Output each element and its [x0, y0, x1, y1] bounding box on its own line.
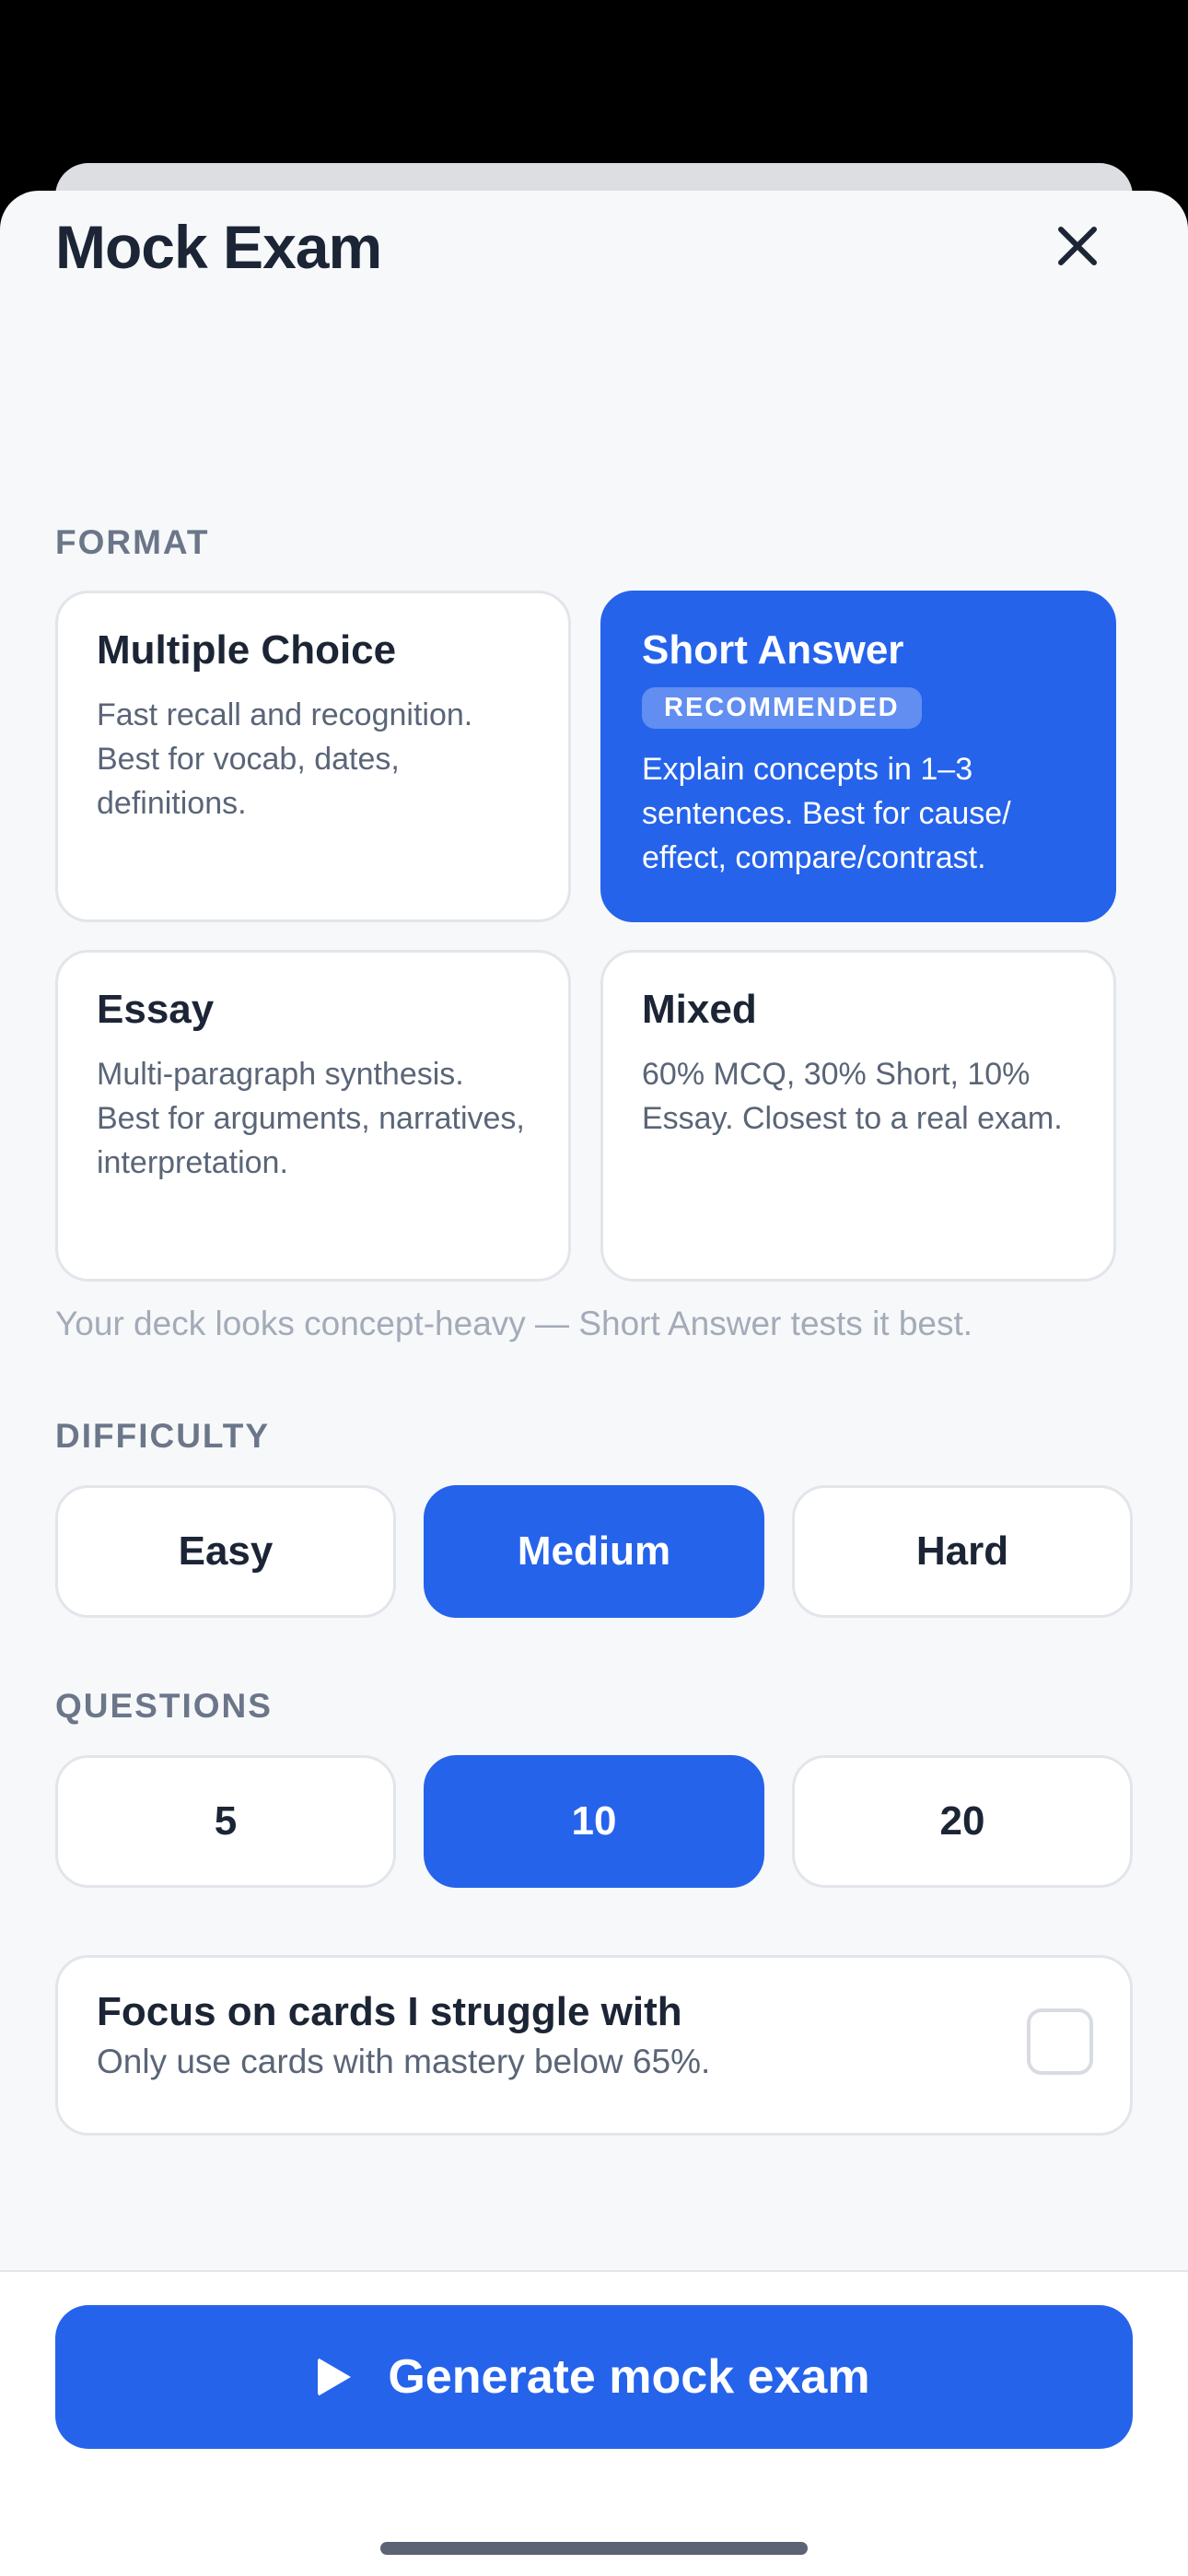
play-icon [318, 2358, 352, 2396]
questions-20-button[interactable]: 20 [792, 1755, 1133, 1888]
format-option-description: Fast recall and recognition. Best for vo… [97, 697, 473, 822]
format-option-title: Multiple Choice [97, 627, 397, 673]
generate-button-label: Generate mock exam [388, 2350, 870, 2404]
page-title: Mock Exam [55, 213, 382, 281]
questions-5-button[interactable]: 5 [55, 1755, 396, 1888]
format-section-label: FORMAT [55, 523, 210, 561]
format-option-title: Short Answer [642, 627, 904, 673]
format-option-essay[interactable]: Essay Multi-paragraph synthesis. Best fo… [55, 950, 571, 1282]
format-option-description: Explain concepts in 1–3 sentences. Best … [642, 752, 1011, 876]
format-option-short-answer[interactable]: Short Answer RECOMMENDED Explain concept… [600, 591, 1116, 922]
generate-mock-exam-button[interactable]: Generate mock exam [55, 2305, 1133, 2449]
focus-option-subtitle: Only use cards with mastery below 65%. [97, 2043, 711, 2080]
format-option-mixed[interactable]: Mixed 60% MCQ, 30% Short, 10% Essay. Clo… [600, 950, 1116, 1282]
questions-section-label: QUESTIONS [55, 1687, 273, 1725]
focus-checkbox[interactable] [1027, 2008, 1093, 2075]
format-option-title: Essay [97, 987, 215, 1032]
close-button[interactable] [1041, 209, 1114, 283]
difficulty-medium-button[interactable]: Medium [424, 1485, 764, 1618]
format-recommendation-hint: Your deck looks concept-heavy — Short An… [55, 1305, 973, 1342]
recommended-badge: RECOMMENDED [642, 687, 922, 730]
difficulty-hard-button[interactable]: Hard [792, 1485, 1133, 1618]
format-option-description: Multi-paragraph synthesis. Best for argu… [97, 1057, 525, 1181]
difficulty-easy-button[interactable]: Easy [55, 1485, 396, 1618]
footer-divider [0, 2270, 1188, 2272]
difficulty-section-label: DIFFICULTY [55, 1417, 271, 1455]
format-option-description: 60% MCQ, 30% Short, 10% Essay. Closest t… [642, 1057, 1063, 1137]
home-indicator [380, 2542, 808, 2555]
focus-option-title: Focus on cards I struggle with [97, 1989, 682, 2034]
questions-10-button[interactable]: 10 [424, 1755, 764, 1888]
format-option-multiple-choice[interactable]: Multiple Choice Fast recall and recognit… [55, 591, 571, 922]
format-option-title: Mixed [642, 987, 757, 1032]
focus-struggle-option[interactable]: Focus on cards I struggle with Only use … [55, 1955, 1133, 2136]
close-icon [1058, 227, 1097, 265]
